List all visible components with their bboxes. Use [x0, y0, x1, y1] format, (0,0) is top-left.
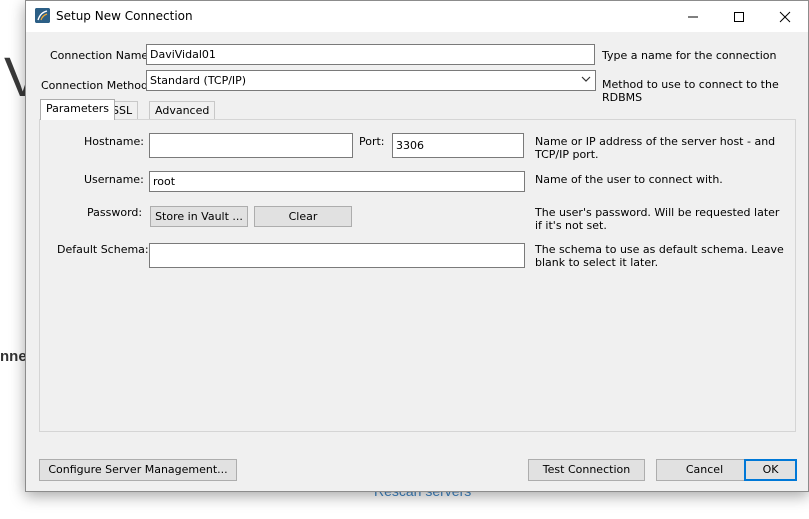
window-title: Setup New Connection: [56, 9, 193, 23]
default-schema-input[interactable]: [149, 243, 525, 268]
configure-server-management-button[interactable]: Configure Server Management...: [39, 459, 237, 481]
port-label: Port:: [359, 135, 385, 148]
username-label: Username:: [84, 173, 144, 186]
cancel-button[interactable]: Cancel: [656, 459, 753, 481]
connection-method-select[interactable]: Standard (TCP/IP): [146, 70, 596, 91]
hostname-hint: Name or IP address of the server host - …: [535, 135, 776, 161]
setup-connection-dialog: Setup New Connection Connection Name: Da…: [25, 0, 809, 492]
maximize-button[interactable]: [716, 1, 762, 32]
parameters-panel: Hostname: Port: 3306 Name or IP address …: [39, 119, 796, 432]
maximize-icon: [734, 11, 744, 22]
connection-name-input[interactable]: DaviVidal01: [146, 44, 595, 65]
test-connection-button[interactable]: Test Connection: [528, 459, 645, 481]
minimize-button[interactable]: [670, 1, 716, 32]
close-button[interactable]: [762, 1, 808, 32]
hostname-input[interactable]: [149, 133, 353, 158]
port-input[interactable]: 3306: [392, 133, 524, 158]
hostname-label: Hostname:: [84, 135, 144, 148]
chevron-down-icon: [581, 76, 591, 82]
connection-method-hint: Method to use to connect to the RDBMS: [602, 78, 779, 104]
ok-button[interactable]: OK: [744, 459, 797, 481]
store-in-vault-button[interactable]: Store in Vault ...: [150, 206, 248, 227]
clear-password-button[interactable]: Clear: [254, 206, 352, 227]
background-text-fragment: nne: [0, 348, 27, 365]
connection-method-value: Standard (TCP/IP): [150, 74, 247, 87]
connection-name-label: Connection Name:: [50, 49, 152, 62]
minimize-icon: [688, 16, 698, 17]
username-hint: Name of the user to connect with.: [535, 173, 723, 186]
connection-method-label: Connection Method:: [41, 79, 152, 92]
password-hint: The user's password. Will be requested l…: [535, 206, 780, 232]
username-input[interactable]: root: [149, 171, 525, 192]
close-icon: [779, 11, 791, 22]
connection-name-hint: Type a name for the connection: [602, 49, 777, 62]
default-schema-label: Default Schema:: [57, 243, 149, 256]
tab-advanced[interactable]: Advanced: [149, 101, 216, 120]
password-label: Password:: [87, 206, 143, 219]
mysql-workbench-icon: [35, 8, 50, 23]
tab-parameters[interactable]: Parameters: [40, 99, 115, 120]
default-schema-hint: The schema to use as default schema. Lea…: [535, 243, 784, 269]
title-bar[interactable]: Setup New Connection: [26, 1, 808, 32]
